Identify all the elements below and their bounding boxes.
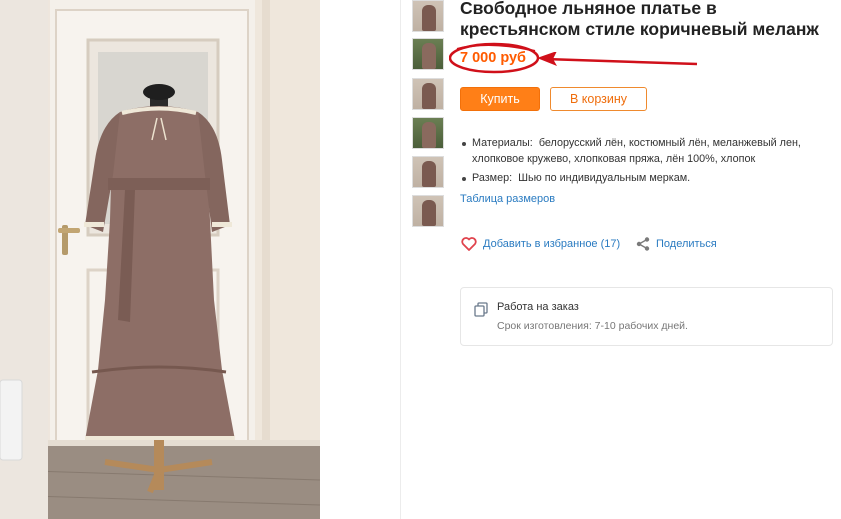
size-table-link[interactable]: Таблица размеров — [460, 193, 555, 205]
property-materials-key: Материалы: — [472, 137, 533, 149]
column-divider — [400, 0, 401, 519]
product-title-line-1: Свободное льняное платье в — [460, 0, 717, 18]
share-label: Поделиться — [656, 238, 717, 250]
thumbnail-2[interactable] — [412, 38, 444, 70]
thumbnail-6[interactable] — [412, 195, 444, 227]
copy-icon — [474, 302, 488, 317]
add-to-favorites-button[interactable]: Добавить в избранное (17) — [461, 237, 620, 251]
product-properties: Материалы: белорусский лён, костюмный лё… — [460, 135, 835, 189]
heart-icon — [461, 237, 477, 251]
made-to-order-card: Работа на заказ Срок изготовления: 7-10 … — [460, 287, 833, 346]
thumbnail-4[interactable] — [412, 117, 444, 149]
add-to-cart-button[interactable]: В корзину — [550, 87, 647, 111]
product-title-line-2: крестьянском стиле коричневый меланж — [460, 19, 819, 39]
annotation-arrow — [537, 52, 698, 66]
property-materials: Материалы: белорусский лён, костюмный лё… — [460, 135, 835, 167]
share-button[interactable]: Поделиться — [636, 237, 717, 251]
share-icon — [636, 237, 650, 251]
buy-button[interactable]: Купить — [460, 87, 540, 111]
product-main-photo[interactable] — [0, 0, 320, 519]
thumbnail-1[interactable] — [412, 0, 444, 32]
product-price: 7 000 руб — [460, 50, 527, 66]
thumbnail-3[interactable] — [412, 78, 444, 110]
order-card-title: Работа на заказ — [497, 301, 579, 313]
favorite-label: Добавить в избранное (17) — [483, 238, 621, 250]
property-size: Размер: Шью по индивидуальным меркам. — [460, 170, 835, 186]
property-size-value: Шью по индивидуальным меркам. — [518, 172, 691, 184]
thumbnail-5[interactable] — [412, 156, 444, 188]
order-card-subtitle: Срок изготовления: 7-10 рабочих дней. — [497, 320, 688, 332]
dress-photo-illustration — [0, 0, 320, 519]
property-size-key: Размер: — [472, 172, 513, 184]
product-title: Свободное льняное платье в крестьянском … — [460, 0, 840, 40]
